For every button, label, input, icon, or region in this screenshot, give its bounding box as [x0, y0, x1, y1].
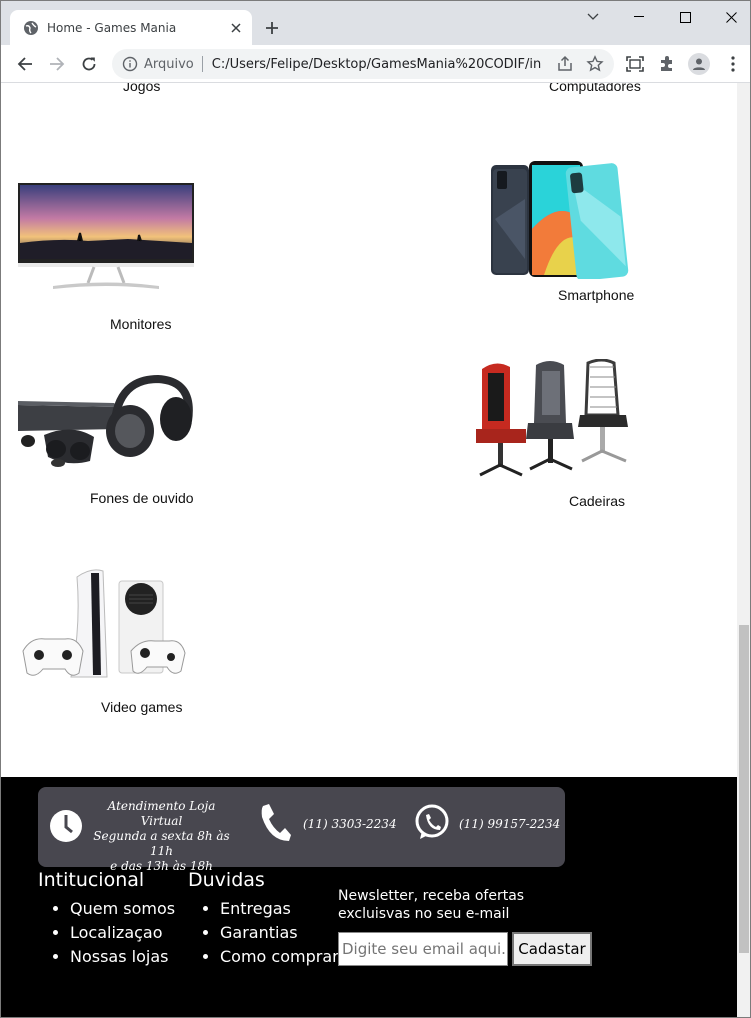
arrow-left-icon [17, 57, 32, 71]
screen-capture-button[interactable] [625, 54, 645, 74]
clock-icon [50, 810, 82, 842]
scheme-label: Arquivo [144, 56, 194, 72]
address-bar[interactable]: Arquivo C:/Users/Felipe/Desktop/GamesMan… [112, 49, 614, 79]
store-hours-title: Atendimento Loja Virtual [107, 799, 216, 828]
extensions-button[interactable] [657, 54, 677, 74]
arrow-right-icon [50, 57, 65, 71]
category-label-cadeiras[interactable]: Cadeiras [569, 493, 625, 509]
tab-search-button[interactable] [570, 1, 616, 33]
category-label-videogames[interactable]: Video games [101, 699, 182, 715]
footer-institucional-title: Intitucional [38, 869, 145, 891]
videogames-image[interactable] [21, 567, 187, 685]
footer-link-entregas[interactable]: Entregas [220, 897, 339, 921]
reload-button[interactable] [75, 50, 103, 78]
close-icon [725, 11, 737, 23]
maximize-button[interactable] [662, 1, 708, 33]
puzzle-icon [661, 56, 672, 71]
person-icon [693, 58, 705, 70]
chairs-image[interactable] [476, 359, 644, 485]
minimize-button[interactable] [616, 1, 662, 33]
store-hours-line1: Segunda a sexta 8h às 11h [93, 829, 230, 858]
category-label-smartphone[interactable]: Smartphone [558, 287, 634, 303]
info-icon [122, 56, 138, 72]
whatsapp-number[interactable]: (11) 99157-2234 [459, 817, 560, 831]
tab-strip: Home - Games Mania [1, 1, 750, 45]
category-label-computadores[interactable]: Computadores [549, 83, 641, 94]
newsletter-submit-button[interactable]: Cadastar [512, 932, 592, 966]
site-footer: Atendimento Loja Virtual Segunda a sexta… [1, 777, 737, 1017]
address-url[interactable]: C:/Users/Felipe/Desktop/GamesMania%20COD… [212, 57, 542, 72]
footer-link-garantias[interactable]: Garantias [220, 921, 339, 945]
whatsapp-icon [415, 804, 449, 839]
footer-col-institucional: Intitucional Quem somos Localizaçao Noss… [38, 869, 175, 969]
profile-avatar-button[interactable] [688, 53, 710, 75]
maximize-icon [679, 11, 691, 23]
footer-link-nossas-lojas[interactable]: Nossas lojas [70, 945, 175, 969]
tab-title: Home - Games Mania [47, 20, 177, 35]
star-icon[interactable] [586, 55, 604, 73]
close-tab-icon[interactable] [228, 20, 244, 36]
minimize-icon [634, 16, 644, 17]
plus-icon [266, 22, 278, 34]
page-viewport: Jogos Computadores Monitores Smartphone … [1, 83, 737, 1017]
tab-home[interactable]: Home - Games Mania [10, 10, 252, 45]
share-icon[interactable] [556, 55, 574, 73]
scrollbar-thumb[interactable] [739, 625, 749, 953]
footer-link-como-comprar[interactable]: Como comprar [220, 945, 339, 969]
forward-button[interactable] [43, 50, 71, 78]
new-tab-button[interactable] [260, 16, 284, 40]
browser-toolbar: Arquivo C:/Users/Felipe/Desktop/GamesMan… [1, 45, 750, 83]
footer-duvidas-title: Duvidas [188, 869, 265, 891]
close-window-button[interactable] [708, 1, 750, 33]
store-hours: Atendimento Loja Virtual Segunda a sexta… [89, 799, 234, 874]
smartphone-image[interactable] [489, 159, 635, 279]
category-label-fones[interactable]: Fones de ouvido [90, 490, 194, 506]
address-divider [201, 56, 203, 72]
screenshot-icon [626, 56, 644, 72]
contact-bar: Atendimento Loja Virtual Segunda a sexta… [38, 787, 565, 873]
footer-duvidas-list: Entregas Garantias Como comprar [188, 897, 339, 969]
monitor-image[interactable] [18, 183, 194, 293]
phone-icon [261, 804, 291, 841]
footer-link-localizacao[interactable]: Localizaçao [70, 921, 175, 945]
globe-icon [24, 20, 38, 35]
category-label-jogos[interactable]: Jogos [123, 83, 160, 94]
phone-number[interactable]: (11) 3303-2234 [303, 817, 397, 831]
back-button[interactable] [11, 50, 39, 78]
newsletter-text: Newsletter, receba ofertas excluisvas no… [338, 888, 525, 922]
browser-window: Home - Games Mania Arquivo C:/Users/Feli… [0, 0, 751, 1018]
footer-col-duvidas: Duvidas Entregas Garantias Como comprar [188, 869, 339, 969]
reload-icon [82, 57, 96, 71]
newsletter-email-input[interactable] [338, 932, 508, 966]
footer-institucional-list: Quem somos Localizaçao Nossas lojas [38, 897, 175, 969]
page-scrollbar[interactable] [737, 83, 750, 1017]
headphones-image[interactable] [18, 375, 194, 467]
category-label-monitores[interactable]: Monitores [110, 316, 171, 332]
newsletter-block: Newsletter, receba ofertas excluisvas no… [338, 887, 598, 966]
chevron-down-icon [587, 13, 599, 20]
footer-link-quem-somos[interactable]: Quem somos [70, 897, 175, 921]
menu-button[interactable] [723, 54, 743, 74]
kebab-menu-icon [731, 56, 735, 72]
